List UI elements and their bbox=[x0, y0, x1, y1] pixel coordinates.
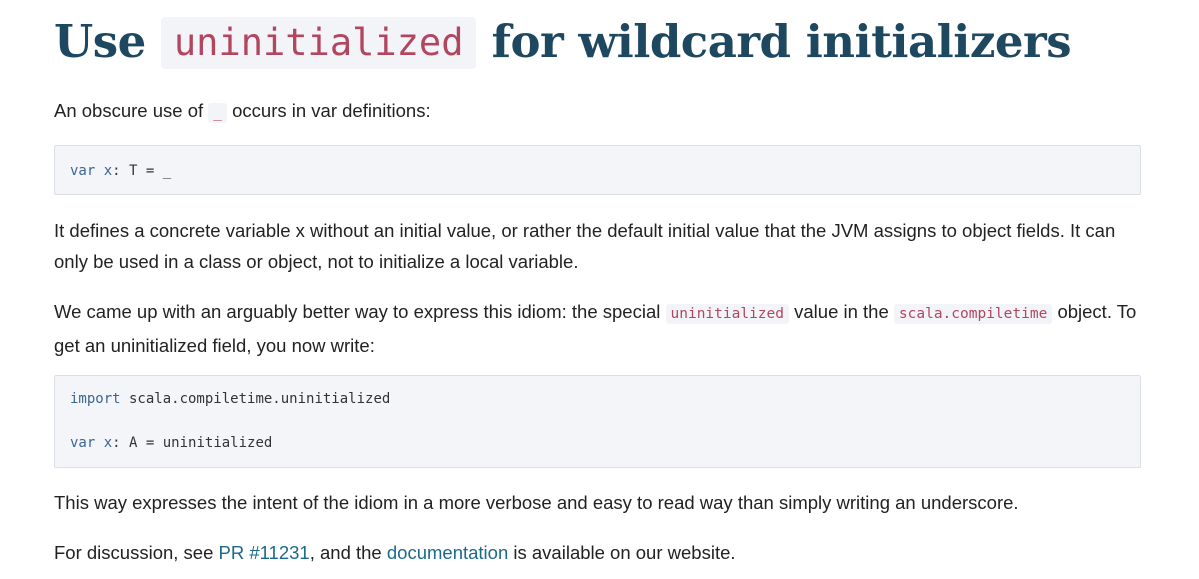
discussion-text-after: is available on our website. bbox=[513, 542, 736, 563]
code-keyword: var bbox=[70, 435, 96, 451]
intro-text-before: An obscure use of bbox=[54, 100, 204, 121]
code-identifier: x bbox=[103, 435, 113, 451]
title-suffix: for wildcard initializers bbox=[491, 15, 1072, 68]
discussion-text-before: For discussion, see bbox=[54, 542, 214, 563]
title-prefix: Use bbox=[54, 15, 146, 68]
code-line: var x: T = _ bbox=[70, 160, 1140, 182]
code-keyword: var bbox=[70, 163, 96, 179]
proposal-text-2: value in the bbox=[794, 301, 889, 322]
pr-link[interactable]: PR #11231 bbox=[219, 542, 310, 563]
code-line-var: var x: A = uninitialized bbox=[70, 432, 1140, 454]
discussion-paragraph: For discussion, see PR #11231, and the d… bbox=[54, 537, 1144, 568]
code-rest: : T = _ bbox=[112, 163, 172, 179]
intent-paragraph: This way expresses the intent of the idi… bbox=[54, 492, 1019, 513]
proposal-text-1: We came up with an arguably better way t… bbox=[54, 301, 661, 322]
code-block-var-definition: var x: T = _ bbox=[54, 145, 1141, 195]
underscore-inline-code: _ bbox=[208, 103, 227, 123]
page-title: Use uninitialized for wildcard initializ… bbox=[54, 10, 1072, 74]
documentation-link[interactable]: documentation bbox=[387, 542, 508, 563]
intro-paragraph: An obscure use of _ occurs in var defini… bbox=[54, 95, 1144, 129]
code-rest: scala.compiletime.uninitialized bbox=[120, 391, 391, 407]
code-identifier: x bbox=[103, 163, 113, 179]
intro-text-after: occurs in var definitions: bbox=[232, 100, 431, 121]
uninitialized-inline-code: uninitialized bbox=[665, 304, 789, 324]
title-inline-code: uninitialized bbox=[160, 17, 477, 69]
discussion-text-middle: , and the bbox=[309, 542, 382, 563]
proposal-paragraph: We came up with an arguably better way t… bbox=[54, 296, 1144, 361]
code-rest: : A = uninitialized bbox=[112, 435, 273, 451]
code-block-uninitialized: import scala.compiletime.uninitialized v… bbox=[54, 375, 1141, 468]
explanation-paragraph: It defines a concrete variable x without… bbox=[54, 220, 1116, 272]
article: Use uninitialized for wildcard initializ… bbox=[0, 0, 1199, 579]
code-line-import: import scala.compiletime.uninitialized bbox=[70, 388, 1140, 410]
code-keyword: import bbox=[70, 391, 121, 407]
compiletime-inline-code: scala.compiletime bbox=[893, 304, 1053, 324]
